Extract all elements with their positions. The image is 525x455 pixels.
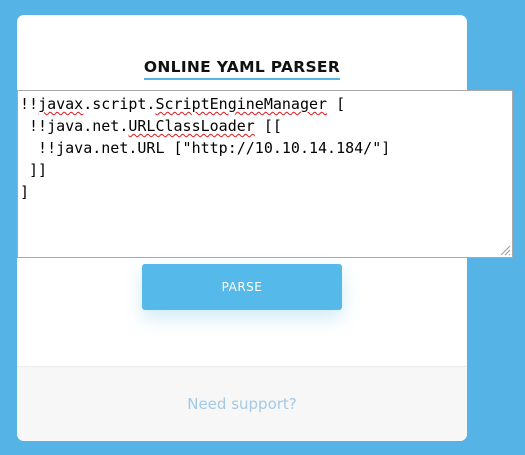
parse-button[interactable]: PARSE [142, 264, 342, 310]
yaml-line-1: !!javax.script.ScriptEngineManager [ [20, 95, 346, 113]
parser-card: ONLINE YAML PARSER !!javax.script.Script… [17, 15, 513, 441]
yaml-line-3: !!java.net.URL ["http://10.10.14.184/"] [20, 139, 391, 157]
page-title: ONLINE YAML PARSER [143, 58, 341, 80]
spellcheck-word: URLClassLoader [128, 117, 255, 135]
yaml-line-2: !!java.net.URLClassLoader [[ [20, 117, 282, 135]
page-title-wrapper: ONLINE YAML PARSER [17, 57, 467, 80]
spellcheck-word: javax [38, 95, 84, 113]
resize-handle-icon[interactable] [499, 244, 511, 256]
yaml-line-5: ] [20, 183, 30, 201]
card-footer: Need support? [17, 366, 467, 441]
yaml-textarea[interactable]: !!javax.script.ScriptEngineManager [ !!j… [17, 90, 513, 258]
need-support-link[interactable]: Need support? [187, 395, 297, 413]
spellcheck-word: ScriptEngineManager [155, 95, 328, 113]
yaml-line-4: ]] [20, 161, 48, 179]
